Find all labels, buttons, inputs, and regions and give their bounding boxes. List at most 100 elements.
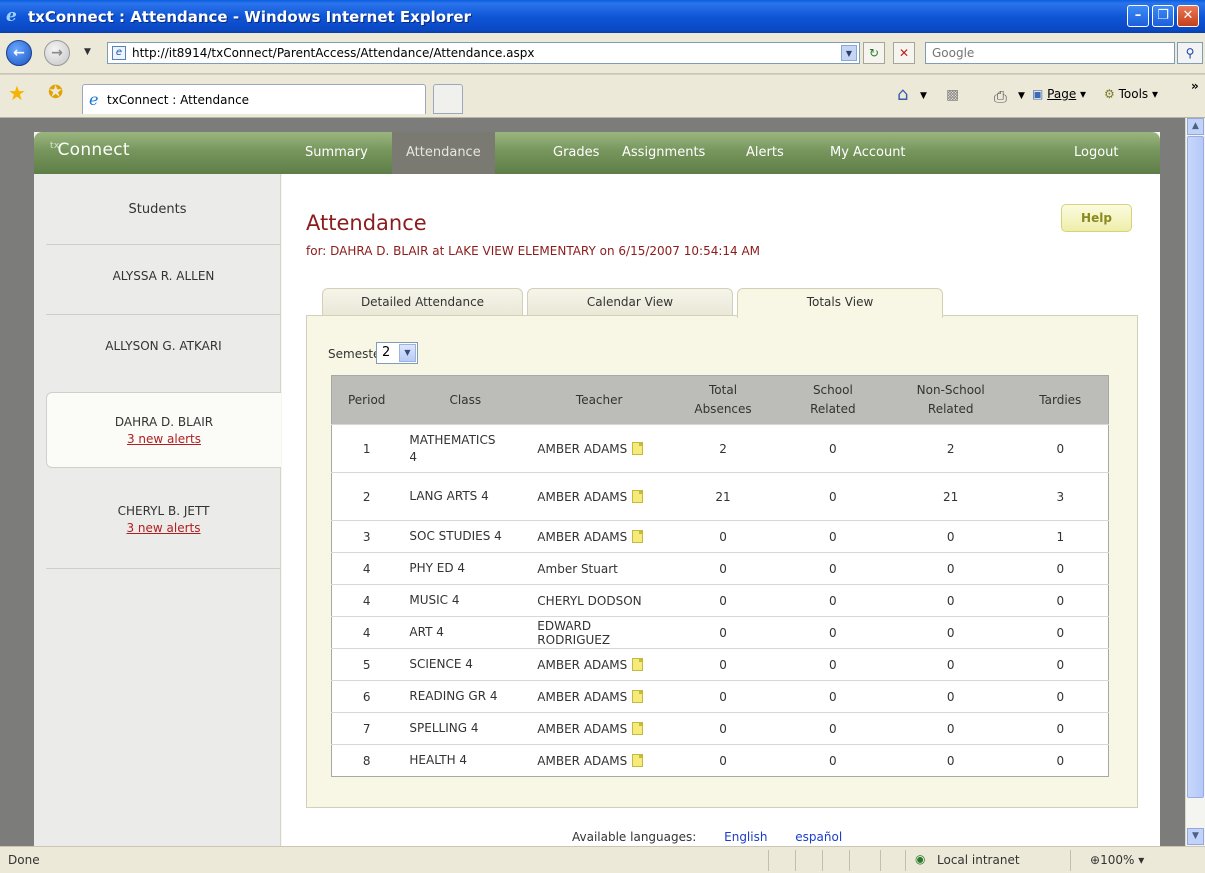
nav-alerts[interactable]: Alerts xyxy=(732,132,798,174)
rss-icon[interactable]: ▩ xyxy=(946,87,959,103)
browser-tab-title: txConnect : Attendance xyxy=(107,93,250,107)
cell-teacher: AMBER ADAMS xyxy=(529,648,670,681)
close-window-button[interactable]: ✕ xyxy=(1177,5,1199,27)
class-value: SOC STUDIES 4 xyxy=(409,529,502,543)
cell-teacher: AMBER ADAMS xyxy=(529,472,670,521)
language-espanol-link[interactable]: español xyxy=(795,830,842,844)
favorites-star-icon[interactable]: ★ xyxy=(8,83,26,103)
cell-total: 0 xyxy=(669,648,777,681)
cell-class: MATHEMATICS 4 xyxy=(401,424,530,473)
period-value: 8 xyxy=(362,753,371,768)
note-icon[interactable] xyxy=(632,657,644,671)
scroll-down-icon[interactable]: ▼ xyxy=(1187,828,1204,845)
note-icon[interactable] xyxy=(632,721,644,735)
note-icon[interactable] xyxy=(632,689,644,703)
help-button[interactable]: Help xyxy=(1061,204,1132,232)
table-row: 2 LANG ARTS 4 AMBER ADAMS 21 0 21 3 xyxy=(331,472,1109,521)
nonschool-value: 2 xyxy=(946,441,955,456)
home-icon[interactable]: ⌂ xyxy=(897,84,908,105)
student-name: DAHRA D. BLAIR xyxy=(114,415,214,429)
cell-class: HEALTH 4 xyxy=(401,744,530,777)
stop-button[interactable]: ✕ xyxy=(893,42,915,64)
note-icon[interactable] xyxy=(632,529,644,543)
period-value: 4 xyxy=(362,625,371,640)
tools-menu[interactable]: ⚙ Tools ▾ xyxy=(1104,87,1158,101)
cell-total: 0 xyxy=(669,712,777,745)
toolbar-overflow-icon[interactable]: » xyxy=(1191,79,1199,93)
ie-tab-icon: e xyxy=(89,90,99,109)
student-alerts-link[interactable]: 3 new alerts xyxy=(46,521,281,535)
top-navigation: txConnect Summary Attendance Grades Assi… xyxy=(34,132,1160,174)
school-value: 0 xyxy=(829,753,837,768)
cell-period: 7 xyxy=(331,712,402,745)
address-dropdown-icon[interactable]: ▼ xyxy=(841,45,857,61)
history-dropdown-icon[interactable]: ▼ xyxy=(84,47,91,57)
cell-school: 0 xyxy=(776,712,889,745)
nonschool-value: 0 xyxy=(946,721,955,736)
status-divider xyxy=(768,850,769,871)
browser-tab[interactable]: e txConnect : Attendance xyxy=(82,84,426,114)
note-icon[interactable] xyxy=(632,489,644,503)
cell-class: MUSIC 4 xyxy=(401,584,530,617)
logout-link[interactable]: Logout xyxy=(1060,132,1133,174)
nav-assignments[interactable]: Assignments xyxy=(608,132,719,174)
table-row: 4 MUSIC 4 CHERYL DODSON 0 0 0 0 xyxy=(331,584,1109,617)
cell-period: 4 xyxy=(331,616,402,649)
search-box[interactable] xyxy=(925,42,1175,64)
address-url[interactable]: http://it8914/txConnect/ParentAccess/Att… xyxy=(132,46,534,60)
student-item-selected[interactable]: DAHRA D. BLAIR 3 new alerts xyxy=(46,392,281,468)
print-icon[interactable]: ⎙ xyxy=(994,87,1007,107)
nav-summary[interactable]: Summary xyxy=(291,132,382,174)
nav-my-account[interactable]: My Account xyxy=(816,132,920,174)
col-tardies: Tardies xyxy=(1012,375,1109,425)
tardies-value: 0 xyxy=(1056,593,1065,608)
add-favorites-icon[interactable]: ✪ xyxy=(48,83,63,103)
tab-totals-view[interactable]: Totals View xyxy=(737,288,943,318)
search-button[interactable]: ⚲ xyxy=(1177,42,1203,64)
language-english-link[interactable]: English xyxy=(724,830,767,844)
cell-nonschool: 0 xyxy=(888,744,1013,777)
tab-calendar-view[interactable]: Calendar View xyxy=(527,288,733,316)
minimize-button[interactable]: – xyxy=(1127,5,1149,27)
nonschool-value: 0 xyxy=(946,529,955,544)
txconnect-logo[interactable]: txConnect xyxy=(50,140,130,160)
note-icon[interactable] xyxy=(632,441,644,455)
semester-select[interactable]: 2 ▼ xyxy=(376,342,418,364)
refresh-button[interactable]: ↻ xyxy=(863,42,885,64)
students-heading: Students xyxy=(128,202,187,217)
stop-icon: ✕ xyxy=(898,46,910,60)
scrollbar-thumb[interactable] xyxy=(1187,136,1204,798)
student-item[interactable]: ALYSSA R. ALLEN xyxy=(46,244,281,314)
cell-class: PHY ED 4 xyxy=(401,552,530,585)
search-input[interactable] xyxy=(930,44,1170,62)
student-alerts-link[interactable]: 3 new alerts xyxy=(47,432,281,446)
student-name: ALLYSON G. ATKARI xyxy=(105,339,222,353)
maximize-button[interactable]: ❐ xyxy=(1152,5,1174,27)
period-value: 3 xyxy=(362,529,371,544)
new-tab-button[interactable] xyxy=(433,84,463,114)
tardies-value: 0 xyxy=(1056,689,1065,704)
school-value: 0 xyxy=(829,657,837,672)
print-dropdown-icon[interactable]: ▼ xyxy=(1018,91,1025,101)
page-menu[interactable]: ▣ Page ▾ xyxy=(1032,87,1086,101)
zoom-level[interactable]: ⊕100% ▾ xyxy=(1090,853,1144,867)
vertical-scrollbar[interactable]: ▲ ▼ xyxy=(1185,118,1205,846)
search-icon: ⚲ xyxy=(1185,46,1195,60)
tab-detailed-attendance[interactable]: Detailed Attendance xyxy=(322,288,523,316)
col-school-related-label: School Related xyxy=(810,383,856,416)
scroll-up-icon[interactable]: ▲ xyxy=(1187,118,1204,135)
forward-button[interactable]: → xyxy=(44,40,70,66)
chevron-down-icon[interactable]: ▼ xyxy=(399,344,416,362)
student-item[interactable]: ALLYSON G. ATKARI xyxy=(46,314,281,384)
nav-grades[interactable]: Grades xyxy=(539,132,613,174)
nav-attendance[interactable]: Attendance xyxy=(392,132,495,174)
teacher-value: Amber Stuart xyxy=(537,561,618,576)
student-name: ALYSSA R. ALLEN xyxy=(112,269,215,283)
student-item[interactable]: CHERYL B. JETT 3 new alerts xyxy=(46,474,281,568)
home-dropdown-icon[interactable]: ▼ xyxy=(920,91,927,101)
back-button[interactable]: ← xyxy=(6,40,32,66)
note-icon[interactable] xyxy=(632,753,644,767)
page-menu-label: Page xyxy=(1047,87,1077,101)
period-value: 4 xyxy=(362,593,371,608)
address-bar[interactable]: e http://it8914/txConnect/ParentAccess/A… xyxy=(107,42,860,64)
